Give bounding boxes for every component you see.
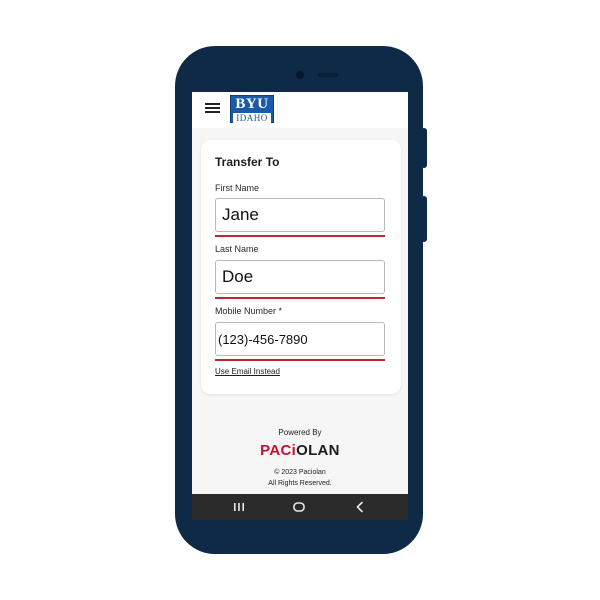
first-name-field-box (215, 198, 385, 232)
transfer-card: Transfer To First Name Last Name Mobile … (201, 140, 401, 394)
top-bar: BYU IDAHO (192, 92, 408, 128)
use-email-instead-link[interactable]: Use Email Instead (215, 367, 280, 376)
brand-dark-part: OLAN (296, 442, 340, 459)
menu-line (205, 111, 220, 113)
last-name-label: Last Name (215, 244, 259, 254)
android-nav-bar (192, 494, 408, 520)
power-button (421, 196, 427, 242)
last-name-underline (215, 297, 385, 299)
home-icon[interactable] (291, 500, 307, 514)
speaker-grille (318, 73, 338, 77)
hamburger-menu-icon[interactable] (205, 102, 220, 114)
copyright-text: © 2023 Paciolan (274, 469, 326, 476)
mobile-number-field-box (215, 322, 385, 356)
back-icon[interactable] (352, 500, 368, 514)
phone-screen: BYU IDAHO Transfer To First Name Last Na… (192, 92, 408, 520)
paciolan-logo: PACiOLAN (192, 442, 408, 459)
first-name-underline (215, 235, 385, 237)
mobile-number-label: Mobile Number * (215, 306, 283, 316)
menu-line (205, 103, 220, 105)
logo-bottom-text: IDAHO (233, 113, 271, 123)
mobile-number-input[interactable] (218, 324, 378, 354)
card-title: Transfer To (215, 155, 280, 169)
byu-idaho-logo[interactable]: BYU IDAHO (230, 95, 274, 123)
rights-text: All Rights Reserved. (268, 480, 332, 487)
first-name-input[interactable] (222, 200, 382, 230)
stage: BYU IDAHO Transfer To First Name Last Na… (0, 0, 600, 600)
menu-line (205, 107, 220, 109)
last-name-input[interactable] (222, 262, 382, 292)
last-name-field-box (215, 260, 385, 294)
brand-red-part: PACi (260, 442, 297, 459)
mobile-number-underline (215, 359, 385, 361)
volume-button (421, 128, 427, 168)
logo-top-text: BYU (235, 96, 269, 112)
powered-by-text: Powered By (278, 428, 322, 437)
first-name-label: First Name (215, 183, 260, 193)
camera-icon (296, 71, 304, 79)
recents-icon[interactable] (231, 500, 247, 514)
